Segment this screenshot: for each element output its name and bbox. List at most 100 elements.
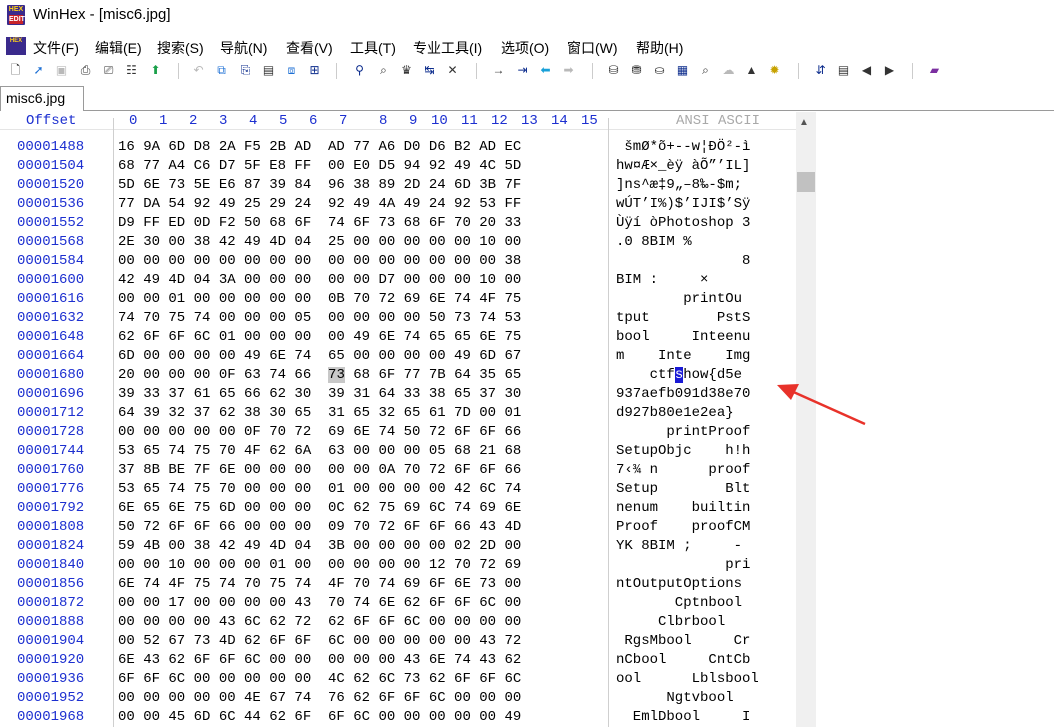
row-hex-bytes[interactable]: 6E 43 62 6F 6F 6C 00 00 00 00 00 43 6E 7… [118, 652, 521, 668]
undo-icon[interactable]: ↶ [191, 63, 206, 78]
hex-row[interactable]: 00001568 2E 30 00 38 42 49 4D 04 25 00 00… [0, 234, 790, 253]
row-hex-bytes[interactable]: 2E 30 00 38 42 49 4D 04 25 00 00 00 00 0… [118, 234, 521, 250]
print-preview-icon[interactable]: ⎚ [101, 63, 116, 78]
row-ascii-text[interactable]: Ngtvbool [616, 690, 733, 706]
forward-arrow-icon[interactable]: ➡ [561, 63, 576, 78]
row-ascii-text[interactable]: 937aefb091d38e70 [616, 386, 750, 402]
hex-row[interactable]: 00001632 74 70 75 74 00 00 00 05 00 00 00… [0, 310, 790, 329]
find-hex-icon[interactable]: ⌕ [376, 63, 391, 78]
cursor-char[interactable]: s [674, 367, 684, 383]
print-icon[interactable]: ⎙ [78, 63, 93, 78]
export-icon[interactable]: ⬆ [148, 63, 163, 78]
hex-row[interactable]: 00001600 42 49 4D 04 3A 00 00 00 00 00 D7… [0, 272, 790, 291]
hex-row[interactable]: 00001968 00 00 45 6D 6C 44 62 6F 6F 6C 00… [0, 709, 790, 728]
row-hex-bytes[interactable]: 00 52 67 73 4D 62 6F 6F 6C 00 00 00 00 0… [118, 633, 521, 649]
row-ascii-text[interactable]: Setup Blt [616, 481, 750, 497]
row-hex-bytes[interactable]: 6E 74 4F 75 74 70 75 74 4F 70 74 69 6F 6… [118, 576, 521, 592]
row-hex-bytes[interactable]: 5D 6E 73 5E E6 87 39 84 96 38 89 2D 24 6… [118, 177, 521, 193]
row-ascii-text[interactable]: m Inte Img [616, 348, 750, 364]
hex-row[interactable]: 00001712 64 39 32 37 62 38 30 65 31 65 32… [0, 405, 790, 424]
row-ascii-text[interactable]: Cptnbool [616, 595, 742, 611]
row-hex-bytes[interactable]: 74 70 75 74 00 00 00 05 00 00 00 00 50 7… [118, 310, 521, 326]
row-ascii-text[interactable]: d927b80e1e2ea} [616, 405, 734, 421]
row-ascii-text[interactable]: nenum builtin [616, 500, 750, 516]
row-ascii-text[interactable]: tput PstS [616, 310, 750, 326]
new-file-icon[interactable]: 🗋 [8, 63, 23, 78]
row-hex-bytes[interactable]: 64 39 32 37 62 38 30 65 31 65 32 65 61 7… [118, 405, 521, 421]
menu-specialist-tools[interactable]: 专业工具(I) [413, 38, 482, 58]
row-hex-bytes[interactable]: 42 49 4D 04 3A 00 00 00 00 00 D7 00 00 0… [118, 272, 521, 288]
row-ascii-text[interactable]: 8 [616, 253, 750, 269]
ram-icon[interactable]: ⛃ [629, 63, 644, 78]
scroll-up-arrow-icon[interactable]: ▲ [799, 117, 809, 128]
row-ascii-text[interactable]: ool Lblsbool [616, 671, 759, 687]
image-icon[interactable]: ▲ [744, 63, 759, 78]
hex-row[interactable]: 00001520 5D 6E 73 5E E6 87 39 84 96 38 89… [0, 177, 790, 196]
row-hex-bytes[interactable]: 59 4B 00 38 42 49 4D 04 3B 00 00 00 00 0… [118, 538, 521, 554]
disk-tools-icon[interactable]: ⛀ [652, 63, 667, 78]
row-hex-bytes[interactable]: 53 65 74 75 70 4F 62 6A 63 00 00 00 05 6… [118, 443, 521, 459]
row-ascii-text[interactable]: Ùÿí òPhotoshop 3 [616, 215, 750, 231]
table-icon[interactable]: ▤ [836, 63, 851, 78]
row-ascii-text[interactable]: nCbool CntCb [616, 652, 750, 668]
row-ascii-text[interactable]: .0 8BIM % [616, 234, 692, 250]
properties-icon[interactable]: ☷ [124, 63, 139, 78]
menu-edit[interactable]: 编辑(E) [95, 38, 142, 58]
row-hex-bytes[interactable]: 6E 65 6E 75 6D 00 00 00 0C 62 75 69 6C 7… [118, 500, 521, 516]
hex-row[interactable]: 00001616 00 00 01 00 00 00 00 00 0B 70 72… [0, 291, 790, 310]
menu-search[interactable]: 搜索(S) [157, 38, 204, 58]
row-ascii-text[interactable]: SetupObjc h!h [616, 443, 750, 459]
replace-text-icon[interactable]: ↹ [422, 63, 437, 78]
hex-row[interactable]: 00001936 6F 6F 6C 00 00 00 00 00 4C 62 6C… [0, 671, 790, 690]
row-hex-bytes[interactable]: 00 00 17 00 00 00 00 43 70 74 6E 62 6F 6… [118, 595, 521, 611]
menu-view[interactable]: 查看(V) [286, 38, 333, 58]
row-ascii-text[interactable]: printOu [616, 291, 742, 307]
hex-row[interactable]: 00001952 00 00 00 00 00 4E 67 74 76 62 6F… [0, 690, 790, 709]
find-text-icon[interactable]: ⚲ [352, 63, 367, 78]
next-icon[interactable]: ▶ [882, 63, 897, 78]
row-hex-bytes[interactable]: 68 77 A4 C6 D7 5F E8 FF 00 E0 D5 94 92 4… [118, 158, 521, 174]
row-ascii-text[interactable]: YK 8BIM ; - [616, 538, 742, 554]
fill-block-icon[interactable]: ⊞ [307, 63, 322, 78]
row-hex-bytes[interactable]: 00 00 00 00 00 00 00 00 00 00 00 00 00 0… [118, 253, 521, 269]
row-ascii-text[interactable]: ]ns^æ‡9„–8‰-$m; [616, 177, 742, 193]
row-hex-bytes[interactable]: 00 00 00 00 43 6C 62 72 62 6F 6F 6C 00 0… [118, 614, 521, 630]
row-hex-bytes[interactable]: 00 00 00 00 00 0F 70 72 69 6E 74 50 72 6… [118, 424, 521, 440]
hex-row[interactable]: 00001536 77 DA 54 92 49 25 29 24 92 49 4A… [0, 196, 790, 215]
selected-byte[interactable]: 73 [328, 367, 345, 383]
menu-navigation[interactable]: 导航(N) [220, 38, 267, 58]
row-ascii-text[interactable]: printProof [616, 424, 750, 440]
help-book-icon[interactable]: ▰ [927, 63, 942, 78]
hex-row[interactable]: 00001824 59 4B 00 38 42 49 4D 04 3B 00 00… [0, 538, 790, 557]
row-hex-bytes[interactable]: 39 33 37 61 65 66 62 30 39 31 64 33 38 6… [118, 386, 521, 402]
row-hex-bytes[interactable]: 00 00 00 00 00 4E 67 74 76 62 6F 6F 6C 0… [118, 690, 521, 706]
hex-row[interactable]: 00001856 6E 74 4F 75 74 70 75 74 4F 70 74… [0, 576, 790, 595]
hex-row[interactable]: 00001888 00 00 00 00 43 6C 62 72 62 6F 6F… [0, 614, 790, 633]
row-ascii-text[interactable]: Proof proofCM [616, 519, 750, 535]
hex-row[interactable]: 00001760 37 8B BE 7F 6E 00 00 00 00 00 0A… [0, 462, 790, 481]
row-ascii-text[interactable]: BIM : × [616, 272, 708, 288]
hex-row[interactable]: 00001840 00 00 10 00 00 00 01 00 00 00 00… [0, 557, 790, 576]
find-again-icon[interactable]: ✕ [445, 63, 460, 78]
hex-row[interactable]: 00001776 53 65 74 75 70 00 00 00 01 00 00… [0, 481, 790, 500]
row-hex-bytes[interactable]: 00 00 01 00 00 00 00 00 0B 70 72 69 6E 7… [118, 291, 521, 307]
row-ascii-text[interactable]: EmlDbool I [616, 709, 751, 725]
menu-window[interactable]: 窗口(W) [567, 38, 618, 58]
row-ascii-text[interactable]: ntOutputOptions [616, 576, 742, 592]
row-hex-bytes[interactable]: 77 DA 54 92 49 25 29 24 92 49 4A 49 24 9… [118, 196, 521, 212]
row-ascii-text[interactable]: bool Inteenu [616, 329, 750, 345]
hex-row[interactable]: 00001488 16 9A 6D D8 2A F5 2B AD AD 77 A6… [0, 139, 790, 158]
row-ascii-text[interactable]: hw¤Æ×_èÿ àÕ”’IL] [616, 158, 750, 174]
menu-file[interactable]: 文件(F) [33, 38, 79, 58]
hex-row[interactable]: 00001728 00 00 00 00 00 0F 70 72 69 6E 74… [0, 424, 790, 443]
row-hex-bytes[interactable]: 20 00 00 00 0F 63 74 66 73 68 6F 77 7B 6… [118, 367, 521, 383]
disk-icon[interactable]: ⛁ [606, 63, 621, 78]
hex-row[interactable]: 00001744 53 65 74 75 70 4F 62 6A 63 00 00… [0, 443, 790, 462]
goto-sector-icon[interactable]: ⇥ [515, 63, 530, 78]
scrollbar-thumb[interactable] [797, 172, 815, 192]
hex-row[interactable]: 00001872 00 00 17 00 00 00 00 43 70 74 6E… [0, 595, 790, 614]
hex-row[interactable]: 00001696 39 33 37 61 65 66 62 30 39 31 64… [0, 386, 790, 405]
settings-icon[interactable]: ✹ [767, 63, 782, 78]
row-hex-bytes[interactable]: 16 9A 6D D8 2A F5 2B AD AD 77 A6 D0 D6 B… [118, 139, 521, 155]
hex-row[interactable]: 00001552 D9 FF ED 0D F2 50 68 6F 74 6F 73… [0, 215, 790, 234]
